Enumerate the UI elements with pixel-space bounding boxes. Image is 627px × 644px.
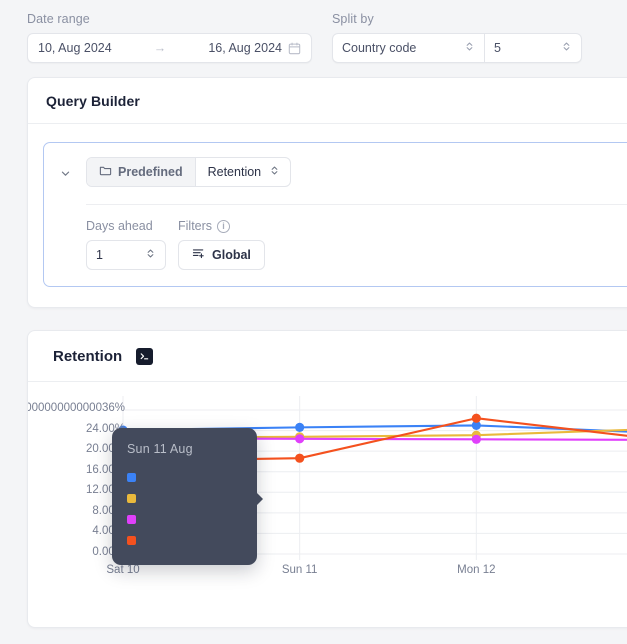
folder-icon bbox=[99, 164, 112, 180]
split-by-limit-value: 5 bbox=[494, 41, 501, 55]
filter-lines-icon bbox=[192, 247, 205, 263]
query-block: Predefined Retention Days ahead 1 Filter… bbox=[43, 142, 627, 287]
retention-chart-header: Retention bbox=[28, 331, 627, 382]
query-source-selector: Predefined Retention bbox=[86, 157, 292, 187]
data-point-us[interactable] bbox=[295, 422, 305, 432]
collapse-query-button[interactable] bbox=[56, 164, 74, 182]
date-range-arrow-icon: → bbox=[153, 41, 167, 55]
retention-chart-title: Retention bbox=[53, 348, 123, 365]
query-block-content: Predefined Retention Days ahead 1 Filter… bbox=[86, 157, 627, 270]
date-range-label: Date range bbox=[27, 12, 90, 26]
query-builder-header: Query Builder bbox=[28, 78, 627, 124]
days-ahead-label: Days ahead bbox=[86, 219, 153, 233]
split-by-controls: Country code 5 bbox=[332, 33, 582, 63]
chevron-up-down-icon bbox=[561, 39, 572, 57]
terminal-icon[interactable] bbox=[136, 348, 154, 365]
chevron-up-down-icon bbox=[145, 248, 156, 262]
query-source-value-label: Retention bbox=[207, 165, 262, 179]
filter-toolbar: Date range 10, Aug 2024 → 16, Aug 2024 S… bbox=[0, 0, 627, 77]
tooltip-title: Sun 11 Aug bbox=[127, 442, 193, 456]
data-point-dk[interactable] bbox=[295, 453, 305, 463]
days-ahead-group: Days ahead 1 bbox=[86, 219, 166, 270]
y-axis-tick-label: 28.000000000000036% bbox=[27, 402, 125, 414]
query-block-divider bbox=[86, 204, 627, 205]
global-filter-button[interactable]: Global bbox=[178, 240, 265, 270]
date-range-group: Date range 10, Aug 2024 → 16, Aug 2024 bbox=[27, 12, 312, 63]
split-by-dimension-select[interactable]: Country code bbox=[333, 34, 485, 62]
x-axis-tick-label: Sun 11 bbox=[281, 564, 318, 576]
tooltip-arrow bbox=[256, 492, 263, 506]
split-by-group: Split by Country code 5 bbox=[332, 12, 582, 63]
x-axis-tick-label: Sat 10 bbox=[106, 564, 140, 576]
tooltip-series-swatch bbox=[127, 473, 136, 482]
info-icon[interactable]: i bbox=[217, 220, 231, 233]
tooltip-row bbox=[127, 530, 242, 551]
tooltip-row bbox=[127, 509, 242, 530]
query-source-type[interactable]: Predefined bbox=[87, 158, 196, 186]
x-axis-tick-label: Mon 12 bbox=[457, 564, 496, 576]
data-point-de[interactable] bbox=[471, 434, 481, 444]
query-builder-card: Query Builder Predefined Retention Days … bbox=[27, 77, 627, 308]
calendar-icon[interactable] bbox=[288, 42, 301, 55]
filters-label-wrap: Filters i bbox=[178, 219, 265, 234]
chevron-up-down-icon bbox=[269, 165, 280, 179]
tooltip-series-swatch bbox=[127, 536, 136, 545]
query-source-value-select[interactable]: Retention bbox=[196, 158, 291, 186]
date-range-input[interactable]: 10, Aug 2024 → 16, Aug 2024 bbox=[27, 33, 312, 63]
filters-group: Filters i Global bbox=[178, 219, 265, 270]
chart-tooltip: Sun 11 Aug bbox=[112, 428, 263, 565]
global-filter-label: Global bbox=[212, 248, 251, 262]
split-by-dimension-value: Country code bbox=[342, 41, 417, 55]
query-source-type-label: Predefined bbox=[118, 165, 183, 179]
query-builder-body: Predefined Retention Days ahead 1 Filter… bbox=[28, 124, 627, 307]
tooltip-series-swatch bbox=[127, 515, 136, 524]
split-by-limit-select[interactable]: 5 bbox=[485, 34, 581, 62]
days-ahead-value: 1 bbox=[96, 248, 103, 262]
date-range-end[interactable]: 16, Aug 2024 bbox=[208, 34, 282, 62]
tooltip-row bbox=[127, 467, 242, 488]
data-point-de[interactable] bbox=[295, 434, 305, 444]
chevron-up-down-icon bbox=[464, 39, 475, 57]
tooltip-series-swatch bbox=[127, 494, 136, 503]
query-builder-title: Query Builder bbox=[46, 93, 140, 109]
filters-label: Filters bbox=[178, 219, 213, 233]
tooltip-row bbox=[127, 488, 242, 509]
split-by-label: Split by bbox=[332, 12, 374, 26]
days-ahead-stepper[interactable]: 1 bbox=[86, 240, 166, 270]
date-range-start[interactable]: 10, Aug 2024 bbox=[38, 34, 112, 62]
data-point-dk[interactable] bbox=[471, 413, 481, 423]
query-parameters-row: Days ahead 1 Filters i Global bbox=[86, 219, 627, 270]
